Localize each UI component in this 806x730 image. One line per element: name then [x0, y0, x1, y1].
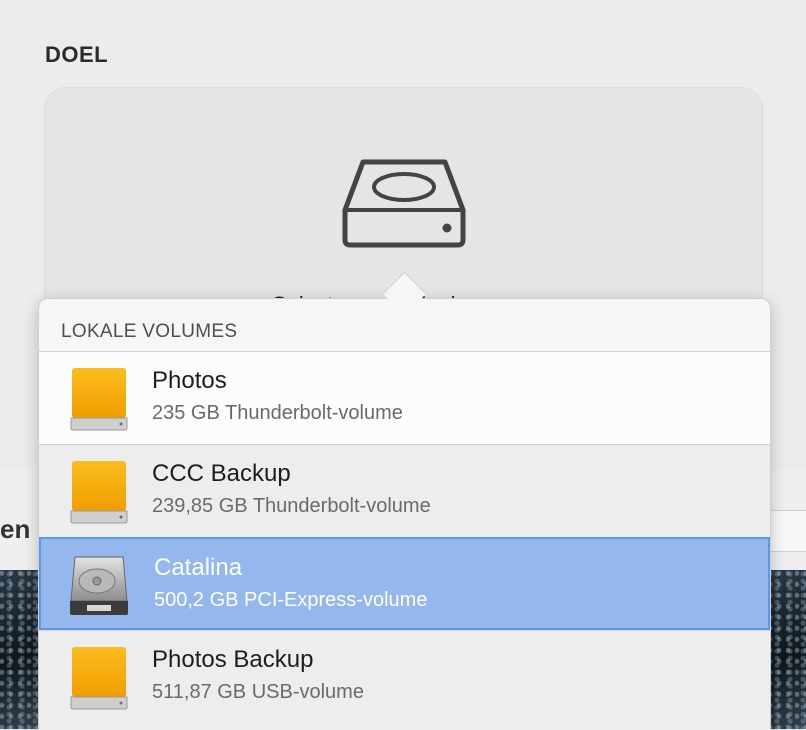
section-title: DOEL — [45, 42, 109, 67]
volume-name: Photos Backup — [152, 646, 314, 673]
external-drive-icon — [70, 368, 128, 431]
external-drive-icon — [70, 647, 128, 710]
volume-name: CCC Backup — [152, 460, 291, 487]
background-photo — [768, 570, 806, 729]
volume-detail: 239,85 GB Thunderbolt-volume — [152, 495, 431, 517]
partial-label: en — [0, 514, 31, 544]
volume-detail: 235 GB Thunderbolt-volume — [152, 402, 403, 424]
volume-item-photos[interactable]: Photos 235 GB Thunderbolt-volume — [39, 351, 770, 444]
volume-picker-popover: LOKALE VOLUMES Photos 235 GB Thunderbolt… — [38, 271, 771, 730]
volume-detail: 500,2 GB PCI-Express-volume — [154, 589, 428, 611]
volume-item-ccc-backup[interactable]: CCC Backup 239,85 GB Thunderbolt-volume — [39, 444, 770, 537]
volume-item-photos-backup[interactable]: Photos Backup 511,87 GB USB-volume — [39, 630, 770, 730]
volume-name: Catalina — [154, 554, 243, 581]
volume-item-catalina[interactable]: Catalina 500,2 GB PCI-Express-volume — [39, 537, 770, 630]
hard-drive-icon — [342, 159, 466, 248]
external-drive-icon — [70, 461, 128, 524]
volume-name: Photos — [152, 367, 227, 394]
popover-header: LOKALE VOLUMES — [61, 321, 238, 342]
background-photo — [0, 570, 38, 729]
internal-hard-drive-icon — [70, 556, 128, 615]
volume-detail: 511,87 GB USB-volume — [152, 681, 364, 703]
